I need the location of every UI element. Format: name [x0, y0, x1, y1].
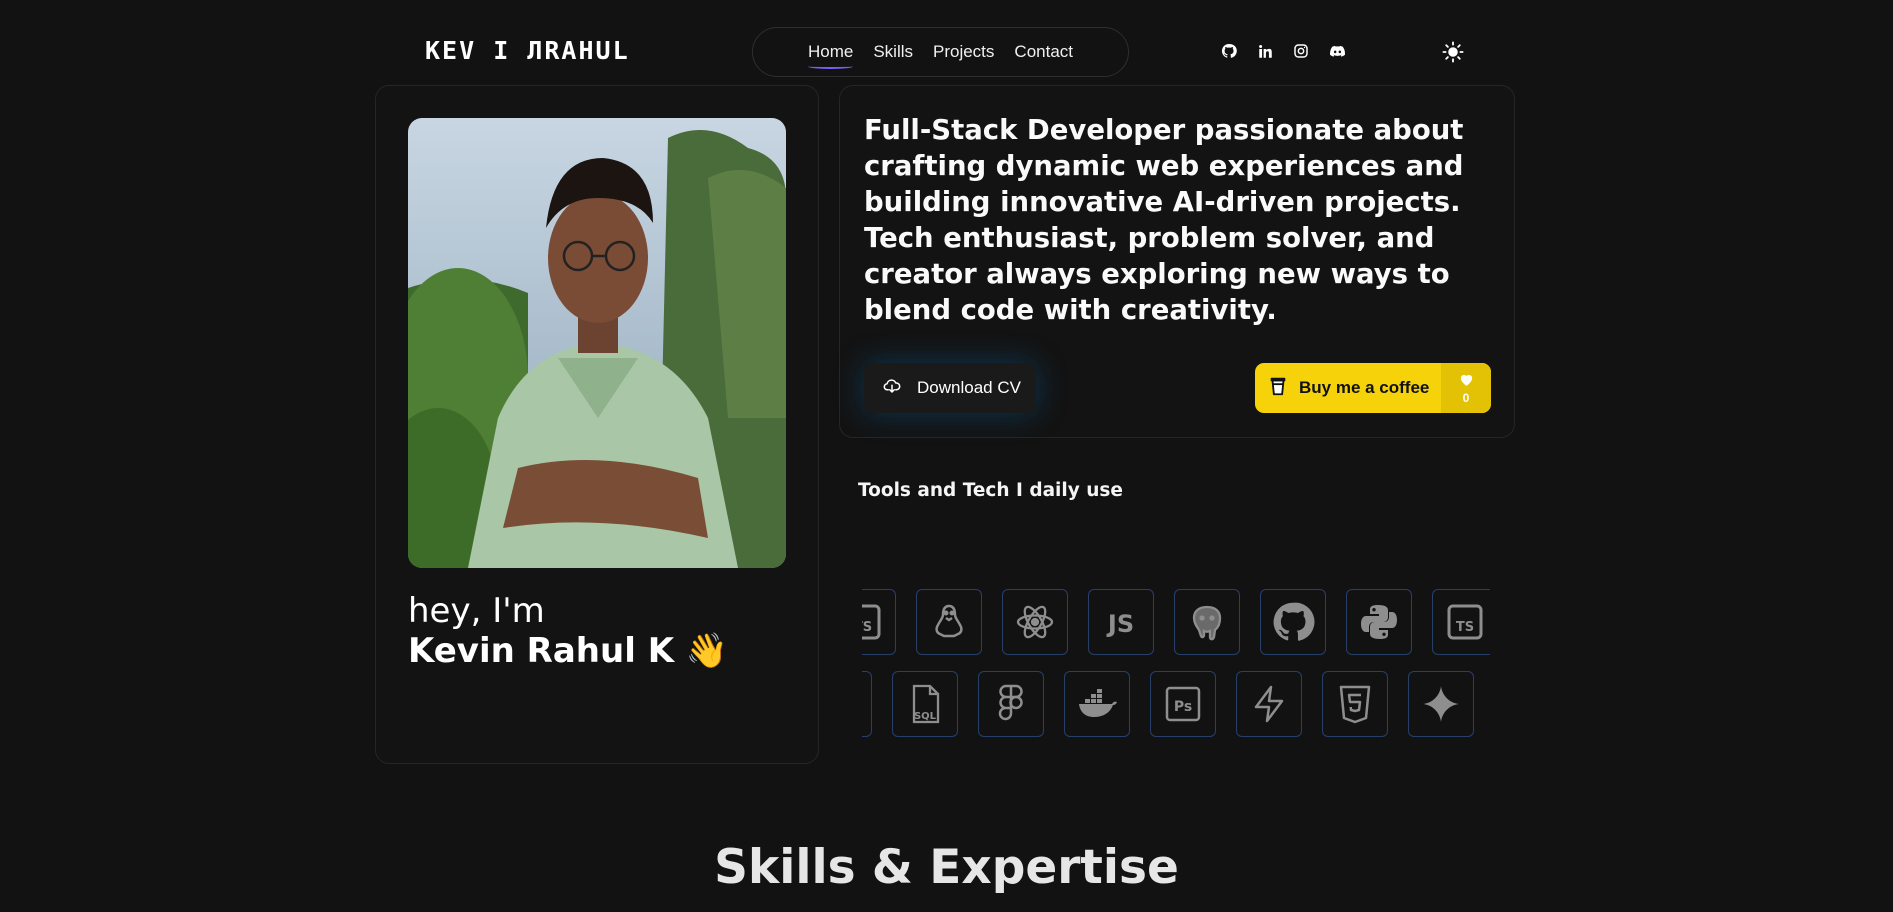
discord-icon[interactable]: [1328, 42, 1346, 60]
figma-icon[interactable]: [978, 671, 1044, 737]
typescript-icon[interactable]: TS: [862, 589, 896, 655]
sql-icon[interactable]: SQL: [892, 671, 958, 737]
supabase-icon[interactable]: [1236, 671, 1302, 737]
linux-icon[interactable]: [916, 589, 982, 655]
buy-coffee-label: Buy me a coffee: [1299, 378, 1430, 397]
tools-row-1: TS JS TS: [862, 589, 1490, 655]
buy-coffee-button[interactable]: Buy me a coffee 0: [1255, 363, 1491, 413]
skills-section-title: Skills & Expertise: [714, 840, 1179, 895]
react-icon[interactable]: [1002, 589, 1068, 655]
instagram-icon[interactable]: [1292, 42, 1310, 60]
coffee-likes[interactable]: 0: [1441, 363, 1491, 413]
download-cv-button[interactable]: Download CV: [864, 363, 1036, 413]
portfolio-page: KEV I ЛRAHUL Home Skills Projects Contac…: [0, 0, 1893, 912]
profile-photo: [408, 118, 786, 568]
nav-skills[interactable]: Skills: [873, 42, 913, 62]
intro-card: Full-Stack Developer passionate about cr…: [839, 85, 1515, 438]
python-icon[interactable]: [1346, 589, 1412, 655]
svg-text:SQL: SQL: [914, 711, 937, 722]
nav-contact[interactable]: Contact: [1014, 42, 1073, 62]
nav-projects[interactable]: Projects: [933, 42, 994, 62]
greeting-text: hey, I'm: [408, 591, 545, 631]
github-icon[interactable]: [1260, 589, 1326, 655]
profile-name: Kevin Rahul K 👋: [408, 631, 729, 671]
profile-card: hey, I'm Kevin Rahul K 👋: [375, 85, 819, 764]
linkedin-icon[interactable]: [1256, 42, 1274, 60]
svg-text:Ps: Ps: [1174, 699, 1192, 715]
tools-heading: Tools and Tech I daily use: [858, 480, 1123, 501]
sun-icon[interactable]: [1442, 41, 1464, 63]
svg-text:TS: TS: [862, 620, 872, 635]
photoshop-icon[interactable]: Ps: [1150, 671, 1216, 737]
gemini-icon[interactable]: [1408, 671, 1474, 737]
intro-text: Full-Stack Developer passionate about cr…: [864, 114, 1464, 326]
svg-text:TS: TS: [1456, 620, 1474, 635]
tools-row-2: SQL Ps: [862, 671, 1490, 737]
coffee-count: 0: [1462, 391, 1470, 405]
nav-home[interactable]: Home: [807, 42, 854, 69]
svg-text:JS: JS: [1106, 610, 1134, 638]
typescript-icon[interactable]: TS: [1432, 589, 1490, 655]
javascript-icon[interactable]: JS: [1088, 589, 1154, 655]
main-nav: Home Skills Projects Contact: [752, 27, 1129, 77]
coffee-cup-icon: [1267, 375, 1289, 402]
html5-icon[interactable]: [1322, 671, 1388, 737]
social-links: [1220, 42, 1346, 60]
heart-icon: [1458, 371, 1475, 391]
github-icon[interactable]: [1220, 42, 1238, 60]
site-logo[interactable]: KEV I ЛRAHUL: [425, 36, 630, 65]
download-cv-label: Download CV: [917, 378, 1021, 397]
docker-icon[interactable]: [1064, 671, 1130, 737]
greeting-block: hey, I'm Kevin Rahul K 👋: [408, 591, 728, 671]
cloud-download-icon: [883, 377, 901, 400]
partial-tool-icon[interactable]: [862, 671, 872, 737]
postgresql-icon[interactable]: [1174, 589, 1240, 655]
